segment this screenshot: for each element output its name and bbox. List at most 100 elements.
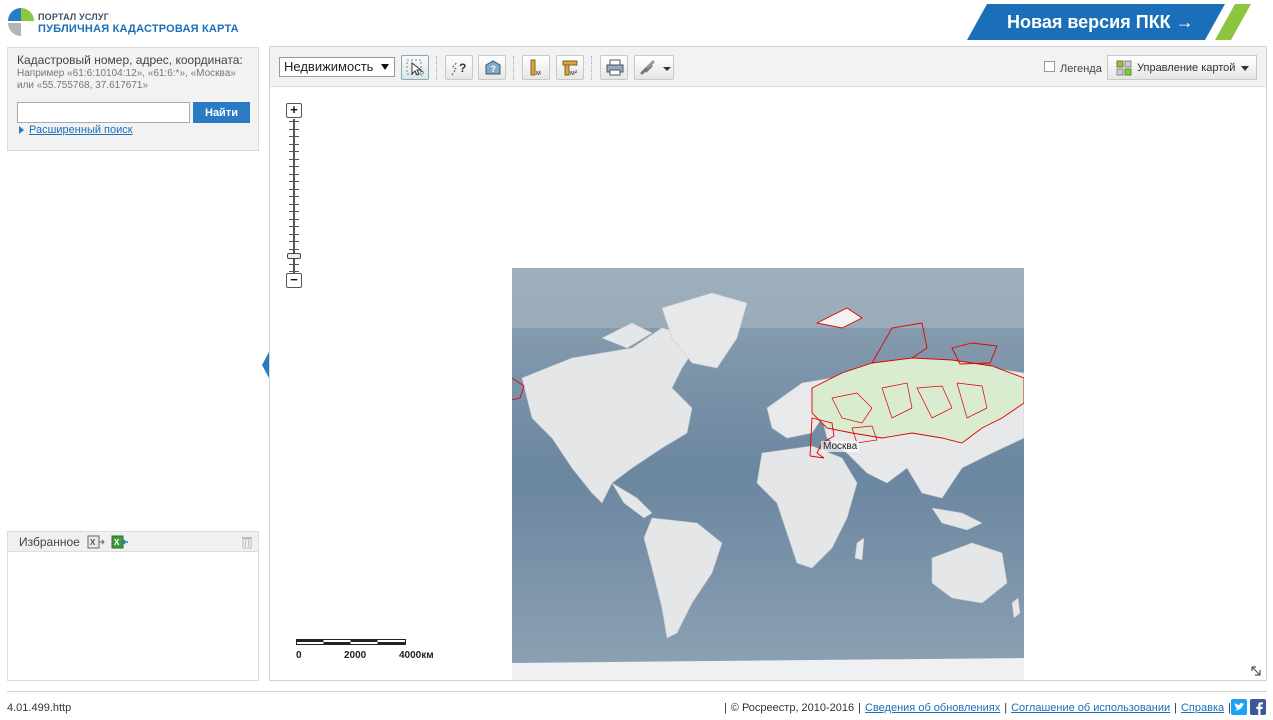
zoom-tick xyxy=(289,143,299,145)
toolbar-separator xyxy=(513,56,514,80)
new-version-label: Новая версия ПКК → xyxy=(1007,12,1194,32)
footer-separator: | xyxy=(858,702,862,714)
svg-text:?: ? xyxy=(491,64,497,74)
facebook-icon[interactable] xyxy=(1250,699,1266,715)
scale-label-2000: 2000 xyxy=(344,650,367,661)
zoom-tick xyxy=(289,166,299,167)
map-toolbar: Недвижимость ? ? ? м м² Легенда Управлен… xyxy=(270,47,1266,87)
search-button[interactable]: Найти xyxy=(193,102,250,123)
print-icon xyxy=(606,59,624,76)
version-label: 4.01.499.http xyxy=(7,702,72,714)
grid-icon xyxy=(1116,60,1132,76)
footer-divider xyxy=(7,691,1267,692)
advanced-search-label: Расширенный поиск xyxy=(29,124,133,136)
search-hint: Например «61:6:10104:12», «61:6:*», «Мос… xyxy=(17,68,236,91)
zoom-tick xyxy=(289,196,299,197)
portal-logo xyxy=(8,8,34,36)
zoom-tick xyxy=(289,233,299,235)
portal-title: ПУБЛИЧНАЯ КАДАСТРОВАЯ КАРТА xyxy=(38,23,239,35)
zoom-tick xyxy=(289,211,299,212)
link-icon xyxy=(640,60,671,75)
zoom-tick xyxy=(289,121,299,122)
dropdown-arrow-icon xyxy=(1241,66,1249,71)
svg-text:м²: м² xyxy=(570,70,578,77)
measure-area-icon: м² xyxy=(562,60,578,77)
help-link[interactable]: Справка xyxy=(1181,702,1224,714)
legend-checkbox[interactable] xyxy=(1044,61,1055,72)
zoom-tick xyxy=(289,241,299,242)
zoom-tick xyxy=(289,263,299,265)
resize-corner-icon[interactable] xyxy=(1250,665,1262,677)
layer-select[interactable]: Недвижимость xyxy=(279,57,395,77)
search-title: Кадастровый номер, адрес, координата: xyxy=(17,53,243,67)
layer-select-value: Недвижимость xyxy=(284,59,374,74)
identify-icon: ? xyxy=(451,61,466,76)
zoom-tick xyxy=(289,173,299,175)
city-label-moscow: Москва xyxy=(821,441,860,452)
zoom-tick xyxy=(289,158,299,160)
map-control-label: Управление картой xyxy=(1137,62,1236,74)
expand-triangle-icon xyxy=(19,126,24,135)
copyright-text: © Росреестр, 2010-2016 xyxy=(730,702,855,714)
favorites-title: Избранное xyxy=(19,535,80,549)
zoom-tick xyxy=(289,181,299,182)
footer-separator: | xyxy=(1174,702,1177,714)
select-info-tool-button[interactable]: ? xyxy=(401,55,429,80)
trash-icon[interactable] xyxy=(241,535,253,549)
svg-text:X: X xyxy=(114,538,120,547)
zoom-control: + − xyxy=(286,103,302,289)
new-version-banner[interactable]: Новая версия ПКК → xyxy=(967,4,1251,40)
zoom-tick xyxy=(289,203,299,205)
zoom-tick xyxy=(289,226,299,227)
updates-link[interactable]: Сведения об обновлениях xyxy=(865,702,1000,714)
scale-label-0: 0 xyxy=(296,650,302,661)
terms-link[interactable]: Соглашение об использовании xyxy=(1011,702,1170,714)
zoom-tick xyxy=(289,136,299,137)
scale-bar-graphic xyxy=(296,639,406,645)
scale-label-4000: 4000км xyxy=(399,650,434,661)
favorites-header: Избранное X X xyxy=(8,532,258,552)
select-info-icon: ? xyxy=(406,59,424,77)
dropdown-arrow-icon xyxy=(381,64,389,70)
measure-area-tool-button[interactable]: м² xyxy=(556,55,584,80)
search-panel: Кадастровый номер, адрес, координата: На… xyxy=(7,47,259,151)
import-excel-icon[interactable]: X xyxy=(111,534,129,550)
svg-text:?: ? xyxy=(420,71,424,77)
zoom-in-button[interactable]: + xyxy=(286,103,302,118)
collapse-panel-handle[interactable] xyxy=(262,352,269,378)
advanced-search-link[interactable]: Расширенный поиск xyxy=(19,124,133,136)
zoom-tick xyxy=(289,151,299,152)
identify-object-icon: ? xyxy=(485,60,501,75)
footer-separator: | xyxy=(1004,702,1008,714)
search-input[interactable] xyxy=(17,102,190,123)
footer-separator: | xyxy=(723,702,727,714)
measure-length-tool-button[interactable]: м xyxy=(522,55,550,80)
svg-text:?: ? xyxy=(459,61,466,75)
toolbar-separator xyxy=(436,56,437,80)
header: ПОРТАЛ УСЛУГ ПУБЛИЧНАЯ КАДАСТРОВАЯ КАРТА… xyxy=(0,0,1273,44)
toolbar-separator xyxy=(591,56,592,80)
zoom-tick xyxy=(289,248,299,250)
favorites-panel: Избранное X X xyxy=(7,531,259,681)
svg-text:м: м xyxy=(536,70,541,77)
zoom-slider-thumb[interactable] xyxy=(287,253,301,260)
identify-tool-button[interactable]: ? xyxy=(445,55,473,80)
footer-links: | © Росреестр, 2010-2016 | Сведения об обно… xyxy=(720,702,1235,714)
world-map-image[interactable] xyxy=(512,268,1024,680)
legend-label: Легенда xyxy=(1060,63,1102,75)
scale-bar: 0 2000 4000км xyxy=(296,637,446,667)
zoom-tick xyxy=(289,188,299,190)
twitter-icon[interactable] xyxy=(1231,699,1247,715)
map-control-dropdown[interactable]: Управление картой xyxy=(1107,55,1257,80)
zoom-tick xyxy=(289,218,299,220)
map-container[interactable]: Недвижимость ? ? ? м м² Легенда Управлен… xyxy=(269,46,1267,681)
portal-subtitle: ПОРТАЛ УСЛУГ xyxy=(38,12,109,22)
export-excel-icon[interactable]: X xyxy=(87,534,105,550)
link-tool-button[interactable] xyxy=(634,55,674,80)
app-root: ПОРТАЛ УСЛУГ ПУБЛИЧНАЯ КАДАСТРОВАЯ КАРТА… xyxy=(0,0,1273,720)
measure-length-icon: м xyxy=(530,59,541,77)
identify-object-tool-button[interactable]: ? xyxy=(478,55,506,80)
zoom-out-button[interactable]: − xyxy=(286,273,302,288)
svg-text:X: X xyxy=(90,538,96,547)
print-tool-button[interactable] xyxy=(600,55,628,80)
